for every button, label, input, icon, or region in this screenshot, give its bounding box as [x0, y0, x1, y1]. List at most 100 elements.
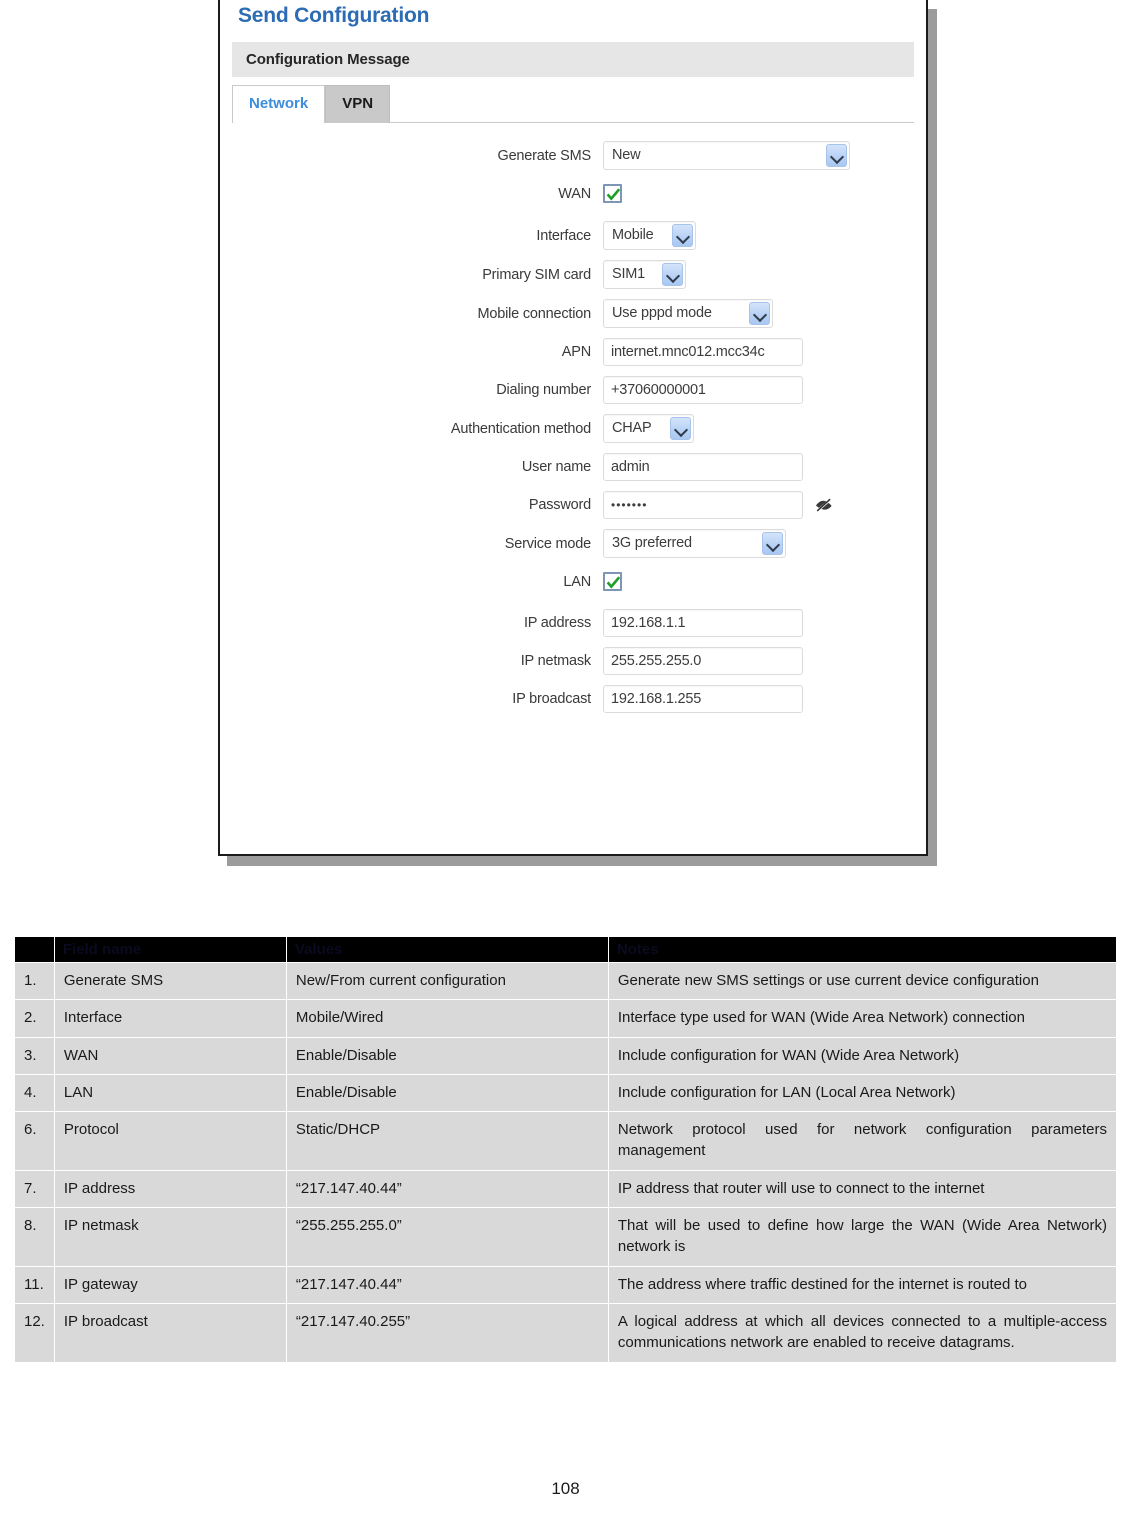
- input-ip-netmask[interactable]: 255.255.255.0: [603, 647, 803, 675]
- select-mobile-connection-value: Use pppd mode: [612, 305, 712, 321]
- field-reference-table: Field name Values Notes 1. Generate SMS …: [14, 936, 1118, 1363]
- input-user-name[interactable]: admin: [603, 453, 803, 481]
- checkbox-lan[interactable]: [603, 572, 622, 591]
- chevron-down-icon: [749, 302, 770, 325]
- select-interface-value: Mobile: [612, 227, 654, 243]
- table-row: 3. WAN Enable/Disable Include configurat…: [14, 1036, 1118, 1075]
- cell-field: LAN: [53, 1073, 287, 1113]
- select-generate-sms-value: New: [612, 147, 641, 163]
- field-row-user-name: User name admin: [220, 453, 926, 481]
- table-body: 1. Generate SMS New/From current configu…: [14, 961, 1118, 1363]
- field-row-ip-address: IP address 192.168.1.1: [220, 609, 926, 637]
- cell-value: “217.147.40.255”: [285, 1302, 609, 1363]
- input-ip-broadcast[interactable]: 192.168.1.255: [603, 685, 803, 713]
- field-row-wan: WAN: [220, 184, 926, 203]
- select-interface[interactable]: Mobile: [603, 221, 696, 250]
- label-mobile-connection: Mobile connection: [477, 305, 592, 322]
- dialog-title: Send Configuration: [238, 4, 430, 27]
- label-ip-address: IP address: [523, 615, 591, 631]
- table-header-values: Values: [285, 936, 609, 963]
- label-user-name: User name: [521, 459, 591, 475]
- cell-index: 3.: [14, 1036, 55, 1075]
- field-row-ip-netmask: IP netmask 255.255.255.0: [220, 647, 926, 675]
- table-row: 11. IP gateway “217.147.40.44” The addre…: [14, 1265, 1118, 1304]
- label-ip-broadcast: IP broadcast: [512, 691, 591, 707]
- checkmark-icon: [606, 188, 621, 201]
- field-row-apn: APN internet.mnc012.mcc34c: [220, 338, 926, 366]
- select-authentication-method-value: CHAP: [612, 420, 652, 436]
- cell-value: New/From current configuration: [285, 961, 609, 1001]
- field-row-service-mode: Service mode 3G preferred: [220, 529, 926, 558]
- field-row-interface: Interface Mobile: [220, 221, 926, 250]
- label-lan: LAN: [563, 573, 591, 590]
- cell-note: Generate new SMS settings or use current…: [607, 961, 1118, 1001]
- cell-note: Include configuration for WAN (Wide Area…: [607, 1036, 1118, 1075]
- select-generate-sms[interactable]: New: [603, 141, 850, 170]
- select-service-mode[interactable]: 3G preferred: [603, 529, 786, 558]
- cell-index: 7.: [14, 1169, 55, 1209]
- configuration-message-header: Configuration Message: [232, 42, 914, 77]
- label-authentication-method: Authentication method: [450, 420, 591, 437]
- tab-strip: Network VPN: [232, 85, 914, 123]
- input-dialing-number[interactable]: +37060000001: [603, 376, 803, 404]
- page-number: 108: [551, 1479, 580, 1498]
- cell-value: “217.147.40.44”: [285, 1169, 609, 1209]
- field-row-password: Password •••••••: [220, 491, 926, 519]
- cell-note: The address where traffic destined for t…: [607, 1265, 1118, 1304]
- cell-note: Include configuration for LAN (Local Are…: [607, 1073, 1118, 1113]
- cell-field: IP gateway: [53, 1265, 287, 1304]
- input-apn[interactable]: internet.mnc012.mcc34c: [603, 338, 803, 366]
- chevron-down-icon: [670, 417, 691, 440]
- send-configuration-dialog-screenshot: Send Configuration Configuration Message…: [218, 0, 937, 866]
- cell-value: “217.147.40.44”: [285, 1265, 609, 1304]
- select-primary-sim-card-value: SIM1: [612, 266, 646, 282]
- select-mobile-connection[interactable]: Use pppd mode: [603, 299, 773, 328]
- table-row: 6. Protocol Static/DHCP Network protocol…: [14, 1111, 1118, 1171]
- table-header-row: Field name Values Notes: [14, 936, 1118, 963]
- cell-index: 1.: [14, 961, 55, 1001]
- tab-vpn[interactable]: VPN: [325, 85, 391, 123]
- label-interface: Interface: [536, 227, 591, 244]
- label-wan: WAN: [558, 185, 591, 202]
- cell-note: Interface type used for WAN (Wide Area N…: [607, 999, 1118, 1038]
- table-row: 12. IP broadcast “217.147.40.255” A logi…: [14, 1302, 1118, 1363]
- cell-index: 2.: [14, 999, 55, 1038]
- eye-slash-icon[interactable]: [814, 497, 834, 513]
- cell-note: Network protocol used for network config…: [607, 1111, 1118, 1171]
- table-row: 8. IP netmask “255.255.255.0” That will …: [14, 1207, 1118, 1267]
- label-service-mode: Service mode: [504, 535, 591, 552]
- input-ip-address[interactable]: 192.168.1.1: [603, 609, 803, 637]
- field-row-primary-sim-card: Primary SIM card SIM1: [220, 260, 926, 289]
- label-apn: APN: [561, 344, 591, 360]
- table-header-notes: Notes: [607, 936, 1118, 963]
- select-primary-sim-card[interactable]: SIM1: [603, 260, 686, 289]
- label-ip-netmask: IP netmask: [520, 653, 591, 669]
- table-row: 7. IP address “217.147.40.44” IP address…: [14, 1169, 1118, 1209]
- cell-field: IP address: [53, 1169, 287, 1209]
- cell-value: Static/DHCP: [285, 1111, 609, 1171]
- tab-network[interactable]: Network: [232, 85, 326, 123]
- cell-index: 11.: [14, 1265, 55, 1304]
- network-configuration-form: Generate SMS New WAN Interface Mobile Pr…: [220, 123, 926, 713]
- table-header-index: [14, 936, 55, 963]
- cell-value: Enable/Disable: [285, 1073, 609, 1113]
- field-row-authentication-method: Authentication method CHAP: [220, 414, 926, 443]
- chevron-down-icon: [762, 532, 783, 555]
- cell-index: 4.: [14, 1073, 55, 1113]
- label-dialing-number: Dialing number: [496, 382, 591, 398]
- select-authentication-method[interactable]: CHAP: [603, 414, 694, 443]
- table-row: 1. Generate SMS New/From current configu…: [14, 961, 1118, 1001]
- cell-field: Interface: [53, 999, 287, 1038]
- label-password: Password: [528, 497, 591, 513]
- cell-field: Protocol: [53, 1111, 287, 1171]
- field-row-ip-broadcast: IP broadcast 192.168.1.255: [220, 685, 926, 713]
- cell-note: That will be used to define how large th…: [607, 1207, 1118, 1267]
- cell-index: 6.: [14, 1111, 55, 1171]
- cell-field: IP broadcast: [53, 1302, 287, 1363]
- checkbox-wan[interactable]: [603, 184, 622, 203]
- label-primary-sim-card: Primary SIM card: [482, 266, 591, 283]
- select-service-mode-value: 3G preferred: [612, 535, 692, 551]
- checkmark-icon: [606, 576, 621, 589]
- cell-note: A logical address at which all devices c…: [607, 1302, 1118, 1363]
- input-password[interactable]: •••••••: [603, 491, 803, 519]
